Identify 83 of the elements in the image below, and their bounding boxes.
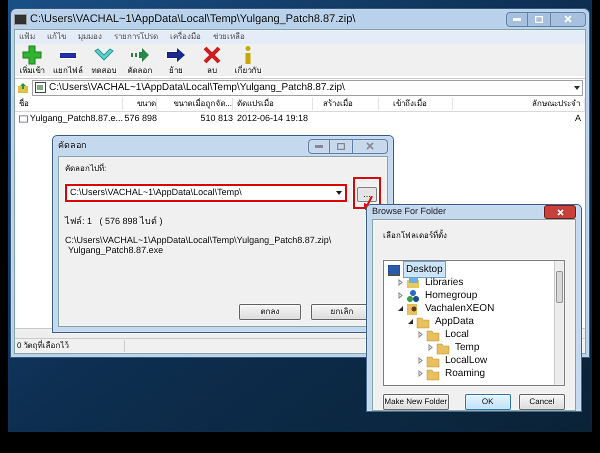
collapsed-arrow-icon[interactable] bbox=[427, 344, 434, 351]
dialog-button[interactable]: OK bbox=[464, 394, 511, 410]
tree-item[interactable]: Desktop bbox=[403, 261, 446, 278]
arrow-right-icon bbox=[166, 45, 186, 65]
close-icon bbox=[366, 142, 374, 150]
close-icon bbox=[556, 208, 564, 216]
info-icon bbox=[245, 46, 251, 64]
cross-icon bbox=[202, 45, 222, 65]
app-icon bbox=[14, 14, 27, 24]
collapsed-arrow-icon[interactable] bbox=[397, 292, 404, 299]
menu-item[interactable]: มุมมอง bbox=[78, 31, 102, 43]
address-bar[interactable]: C:\Users\VACHAL~1\AppData\Local\Temp\Yulgang_Patch8.87.zip\ bbox=[32, 80, 583, 96]
menu-item[interactable]: ช่วยเหลือ bbox=[213, 31, 245, 43]
column-header[interactable]: เข้าถึงเมื่อ bbox=[379, 98, 453, 110]
dropdown-arrow-icon bbox=[336, 191, 342, 195]
network-icon bbox=[406, 288, 420, 302]
close-icon bbox=[564, 15, 572, 23]
collapsed-arrow-icon[interactable] bbox=[417, 331, 424, 338]
folder-icon bbox=[426, 366, 440, 380]
vertical-scrollbar[interactable] bbox=[554, 261, 564, 385]
file-icon bbox=[19, 115, 28, 123]
dialog-title: คัดลอก bbox=[58, 139, 86, 152]
menu-item[interactable]: แฟ้ม bbox=[19, 31, 35, 43]
toolbar-button[interactable]: คัดลอก bbox=[125, 45, 155, 76]
file-info: ไฟล์: 1 ( 576 898 ไบต์ ) bbox=[65, 215, 164, 228]
minimize-icon bbox=[513, 18, 521, 20]
toolbar-button[interactable]: เพิ่มเข้า bbox=[17, 45, 47, 76]
window-title: C:\Users\VACHAL~1\AppData\Local\Temp\Yulgang_Patch8.87.zip\ bbox=[30, 12, 356, 27]
collapsed-arrow-icon[interactable] bbox=[397, 279, 404, 286]
close-button[interactable] bbox=[544, 205, 576, 219]
minus-icon bbox=[60, 53, 76, 58]
column-header[interactable]: ขนาดเมื่อถูกจัด... bbox=[157, 98, 233, 110]
collapsed-arrow-icon[interactable] bbox=[417, 370, 424, 377]
arrow-right-icon bbox=[130, 45, 150, 65]
toolbar-button[interactable]: เกี่ยวกับ bbox=[233, 45, 263, 76]
column-header[interactable]: ลักษณะประจำ bbox=[453, 98, 585, 110]
table-cell-text: 576 898 bbox=[123, 112, 157, 126]
maximize-icon bbox=[535, 16, 543, 22]
browse-button[interactable]: ... bbox=[357, 187, 377, 202]
field-label: คัดลอกไปที่: bbox=[65, 163, 108, 175]
monitor-icon bbox=[387, 262, 401, 276]
toolbar-button[interactable]: แยกไฟล์ bbox=[53, 46, 83, 76]
instruction-text: เลือกโฟลเดอร์ที่ตั้ง bbox=[383, 230, 448, 242]
dropdown-arrow-icon bbox=[574, 86, 580, 90]
toolbar-button[interactable]: ลบ bbox=[197, 45, 227, 76]
destination-combobox[interactable]: C:\Users\VACHAL~1\AppData\Local\Temp\ bbox=[65, 184, 347, 202]
minimize-button[interactable] bbox=[506, 12, 528, 26]
folder-icon bbox=[406, 276, 420, 290]
table-cell-text: 2012-06-14 19:18 bbox=[236, 112, 310, 126]
table-cell-text: 510 813 bbox=[199, 112, 233, 126]
dialog-button[interactable]: ตกลง bbox=[239, 304, 301, 320]
source-path: C:\Users\VACHAL~1\AppData\Local\Temp\Yulgang_Patch8.87.zip\ bbox=[65, 234, 332, 244]
menu-item[interactable]: เครื่องมือ bbox=[170, 31, 201, 43]
expanded-arrow-icon[interactable] bbox=[407, 318, 414, 325]
user-folder-icon bbox=[406, 302, 420, 316]
scroll-thumb[interactable] bbox=[556, 271, 563, 303]
toolbar-button[interactable]: ทดสอบ bbox=[89, 45, 119, 76]
column-header[interactable]: ดัดแปรเมื่อ bbox=[233, 98, 313, 110]
minimize-button[interactable] bbox=[308, 138, 330, 154]
column-header[interactable]: ขนาด bbox=[123, 98, 157, 110]
column-header[interactable]: ชื่อ bbox=[15, 98, 123, 110]
menu-item[interactable]: แก้ไข bbox=[47, 31, 66, 43]
maximize-button[interactable] bbox=[528, 12, 550, 26]
folder-icon bbox=[426, 328, 440, 342]
expanded-arrow-icon[interactable] bbox=[397, 305, 404, 312]
plus-icon bbox=[22, 45, 42, 65]
table-cell-text: A bbox=[574, 112, 582, 126]
dialog-button[interactable]: Cancel bbox=[518, 394, 565, 410]
source-path: Yulgang_Patch8.87.exe bbox=[68, 244, 164, 254]
table-cell-text: Yulgang_Patch8.87.e... bbox=[30, 112, 123, 126]
collapsed-arrow-icon[interactable] bbox=[417, 357, 424, 364]
folder-up-icon[interactable] bbox=[17, 82, 29, 94]
status-text: 0 วัตถุที่เลือกไว้ bbox=[15, 340, 125, 352]
dialog-title: Browse For Folder bbox=[372, 205, 446, 218]
toolbar-button[interactable]: ย้าย bbox=[161, 45, 191, 76]
menu-item[interactable]: รายการโปรด bbox=[114, 31, 158, 43]
column-header[interactable]: สร้างเมื่อ bbox=[313, 98, 379, 110]
dialog-button[interactable]: Make New Folder bbox=[383, 394, 448, 410]
maximize-button[interactable] bbox=[330, 138, 352, 154]
maximize-icon bbox=[337, 142, 345, 150]
minimize-icon bbox=[315, 144, 323, 148]
folder-icon bbox=[436, 340, 450, 354]
archive-icon bbox=[35, 82, 46, 93]
